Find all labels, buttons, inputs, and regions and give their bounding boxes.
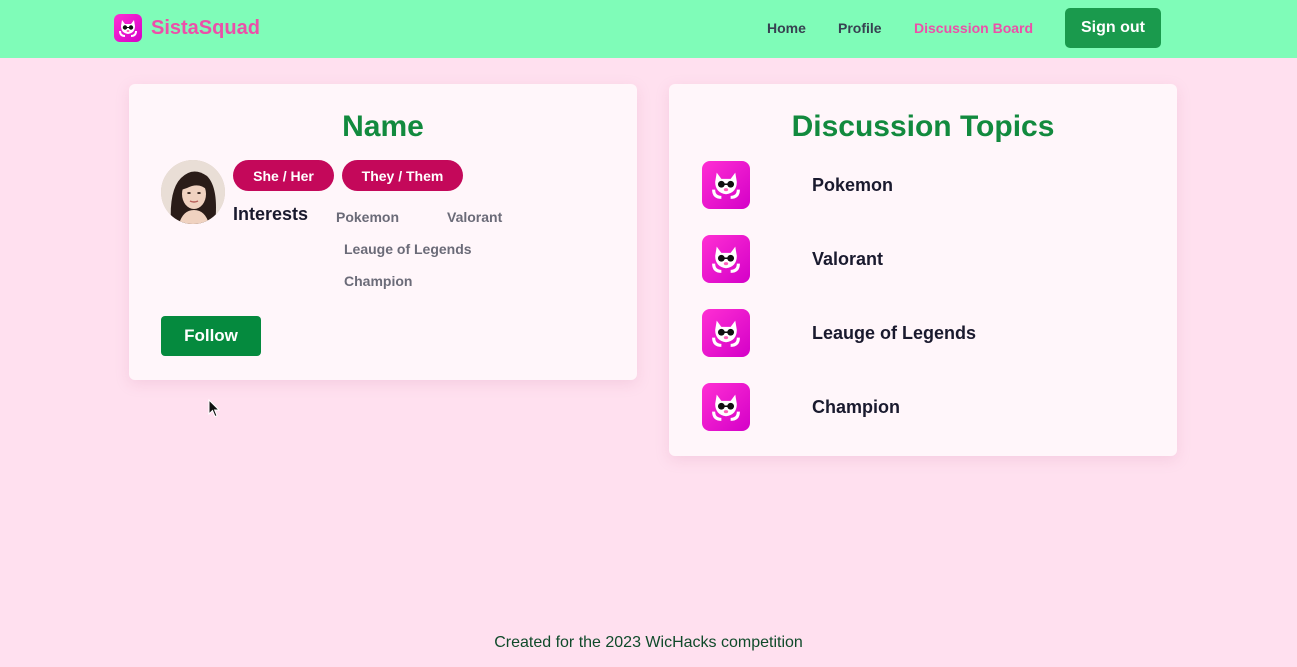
interest-item: Leauge of Legends	[344, 241, 472, 257]
topic-name: Champion	[812, 397, 900, 417]
interest-item: Valorant	[447, 209, 503, 225]
topic-item-league-of-legends[interactable]: Leauge of Legends	[702, 309, 1142, 357]
interests-label: Interests	[233, 204, 309, 224]
top-navbar: SistaSquad Home Profile Discussion Board…	[0, 0, 1297, 58]
follow-button[interactable]: Follow	[161, 316, 261, 356]
pronoun-badge-they-them: They / Them	[342, 160, 463, 191]
interest-item: Champion	[344, 273, 413, 289]
sistasquad-logo-icon	[702, 161, 750, 209]
discussion-topics-card: Discussion Topics Pokemon Valorant Leaug…	[669, 84, 1177, 456]
sistasquad-logo-icon	[702, 383, 750, 431]
sign-out-button[interactable]: Sign out	[1065, 8, 1161, 48]
sistasquad-logo-icon	[114, 14, 142, 42]
profile-card: Name She / Her They / Them Interests Pok…	[129, 84, 637, 380]
topic-name: Valorant	[812, 249, 884, 269]
nav-link-profile[interactable]: Profile	[838, 20, 882, 36]
pronoun-badge-she-her: She / Her	[233, 160, 334, 191]
sistasquad-logo-icon	[702, 309, 750, 357]
discussion-topics-title: Discussion Topics	[791, 110, 1055, 143]
avatar	[161, 160, 225, 224]
sistasquad-logo-icon	[702, 235, 750, 283]
topic-item-champion[interactable]: Champion	[702, 383, 1142, 431]
topic-item-valorant[interactable]: Valorant	[702, 235, 1142, 283]
nav-link-home[interactable]: Home	[767, 20, 806, 36]
brand-link[interactable]: SistaSquad	[114, 14, 260, 42]
mouse-cursor-icon	[208, 399, 220, 418]
interest-item: Pokemon	[336, 209, 400, 225]
nav-link-discussion-board[interactable]: Discussion Board	[914, 20, 1033, 36]
brand-name: SistaSquad	[151, 16, 260, 39]
topic-name: Leauge of Legends	[812, 323, 977, 343]
topic-item-pokemon[interactable]: Pokemon	[702, 161, 1142, 209]
topic-name: Pokemon	[812, 175, 894, 195]
profile-name-title: Name	[342, 110, 424, 143]
footer-text: Created for the 2023 WicHacks competitio…	[494, 634, 803, 651]
